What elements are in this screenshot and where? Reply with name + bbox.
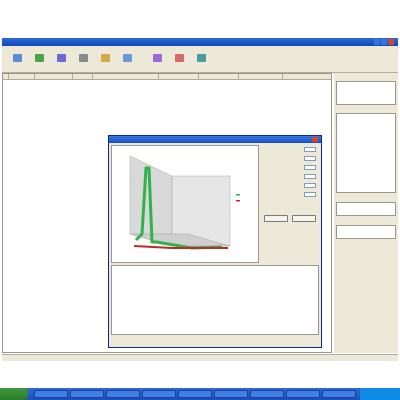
toolbar: [2, 52, 398, 73]
taskbar-item[interactable]: [214, 390, 248, 398]
chart-panel: [111, 145, 259, 263]
options-icon: [122, 54, 132, 62]
toolbar-save-button[interactable]: [52, 53, 70, 71]
column-header[interactable]: [239, 74, 283, 79]
toolbar-refresh-button[interactable]: [30, 53, 48, 71]
grid-header: [3, 74, 331, 80]
criteria-list[interactable]: [336, 113, 396, 193]
taskbar-item[interactable]: [178, 390, 212, 398]
column-header[interactable]: [159, 74, 199, 79]
system-tray: [360, 388, 400, 400]
toolbar-select-button[interactable]: [148, 53, 166, 71]
taskbar-item[interactable]: [70, 390, 104, 398]
dialog-title-bar: [109, 136, 321, 143]
chart-data-table: [111, 265, 319, 335]
taskbar: [0, 388, 400, 400]
dialog-cancel-button[interactable]: [292, 215, 316, 222]
form-input[interactable]: [304, 165, 316, 170]
column-header[interactable]: [199, 74, 239, 79]
window-title-bar: [2, 38, 398, 46]
refresh-icon: [34, 54, 44, 62]
find-icon: [100, 54, 110, 62]
form-input[interactable]: [304, 183, 316, 188]
select-icon: [152, 54, 162, 62]
result-box: [336, 225, 396, 239]
toolbar-find-button[interactable]: [96, 53, 114, 71]
column-header[interactable]: [283, 74, 331, 79]
column-header[interactable]: [93, 74, 159, 79]
minimize-button[interactable]: [374, 39, 380, 45]
status-bar: [2, 354, 398, 361]
taskbar-item[interactable]: [322, 390, 356, 398]
toolbar-tools-button[interactable]: [192, 53, 210, 71]
stats-box: [336, 202, 396, 216]
side-panel: [334, 73, 398, 353]
search-box[interactable]: [336, 81, 396, 105]
chart-svg: [129, 155, 240, 250]
chart-dialog: [108, 135, 322, 348]
taskbar-item[interactable]: [250, 390, 284, 398]
lock-icon: [174, 54, 184, 62]
print-icon: [78, 54, 88, 62]
form-input[interactable]: [304, 174, 316, 179]
legend-swatch-red: [236, 200, 240, 202]
toolbar-print-button[interactable]: [74, 53, 92, 71]
maximize-button[interactable]: [381, 39, 387, 45]
start-button[interactable]: [0, 388, 28, 400]
column-header[interactable]: [73, 74, 93, 79]
edit-icon: [12, 54, 22, 62]
toolbar-options-button[interactable]: [118, 53, 136, 71]
form-input[interactable]: [304, 192, 316, 197]
form-input[interactable]: [304, 156, 316, 161]
column-header[interactable]: [9, 74, 35, 79]
chart-options-form: [262, 145, 320, 263]
taskbar-item[interactable]: [106, 390, 140, 398]
legend-swatch-green: [236, 194, 240, 196]
form-input[interactable]: [304, 147, 316, 152]
toolbar-edit-button[interactable]: [8, 53, 26, 71]
column-header[interactable]: [35, 74, 73, 79]
dialog-close-button[interactable]: [312, 137, 318, 142]
tools-icon: [196, 54, 206, 62]
taskbar-item[interactable]: [34, 390, 68, 398]
save-icon: [56, 54, 66, 62]
toolbar-lock-button[interactable]: [170, 53, 188, 71]
taskbar-item[interactable]: [142, 390, 176, 398]
taskbar-item[interactable]: [286, 390, 320, 398]
dialog-ok-button[interactable]: [264, 215, 288, 222]
close-button[interactable]: [388, 39, 394, 45]
